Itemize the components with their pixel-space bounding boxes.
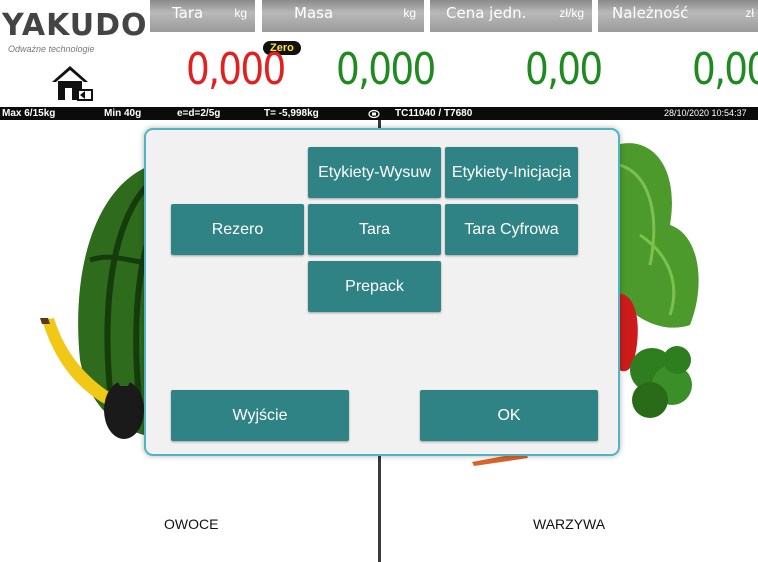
masa-label: Masa (294, 4, 334, 22)
naleznosc-header: Należność zł (598, 0, 758, 32)
category-owoce[interactable]: OWOCE (164, 516, 218, 532)
status-bar: Max 6/15kg Min 40g e=d=2/5g T= -5,998kg … (0, 107, 758, 120)
masa-value: 0,000 (336, 44, 436, 95)
logo-text: YAKUDO (2, 8, 148, 43)
naleznosc-label: Należność (612, 4, 689, 22)
cena-unit: zł/kg (559, 6, 584, 20)
category-warzywa[interactable]: WARZYWA (533, 516, 605, 532)
tara-unit: kg (234, 6, 247, 20)
masa-header: Masa kg (262, 0, 424, 32)
cena-value: 0,00 (525, 44, 603, 95)
tara-button[interactable]: Tara (308, 204, 441, 255)
tara-value: 0,000 (186, 44, 286, 95)
prepack-button[interactable]: Prepack (308, 261, 441, 312)
brand-logo: YAKUDO Odważne technologie (0, 8, 150, 54)
function-dialog: Etykiety-Wysuw Etykiety-Inicjacja Rezero… (144, 128, 620, 456)
naleznosc-value: 0,00 (692, 44, 758, 95)
parsley-image (622, 330, 702, 435)
status-datetime: 28/10/2020 10:54:37 (664, 108, 747, 118)
ok-button[interactable]: OK (420, 390, 598, 441)
cena-label: Cena jedn. (446, 4, 527, 22)
naleznosc-unit: zł (745, 6, 754, 20)
status-e: e=d=2/5g (177, 108, 221, 119)
tara-label: Tara (172, 4, 204, 22)
status-min: Min 40g (104, 108, 142, 119)
etykiety-wysuw-button[interactable]: Etykiety-Wysuw (308, 147, 441, 198)
wyjscie-button[interactable]: Wyjście (171, 390, 349, 441)
masa-unit: kg (403, 6, 416, 20)
status-tare: T= -5,998kg (264, 108, 319, 119)
etykiety-inicjacja-button[interactable]: Etykiety-Inicjacja (445, 147, 578, 198)
home-icon[interactable] (50, 62, 94, 102)
tara-cyfrowa-button[interactable]: Tara Cyfrowa (445, 204, 578, 255)
cena-header: Cena jedn. zł/kg (430, 0, 592, 32)
rezero-button[interactable]: Rezero (171, 204, 304, 255)
status-max: Max 6/15kg (2, 108, 56, 119)
logo-tagline: Odważne technologie (8, 44, 95, 54)
status-device: TC11040 / T7680 (395, 108, 473, 119)
tara-header: Tara kg (150, 0, 255, 32)
